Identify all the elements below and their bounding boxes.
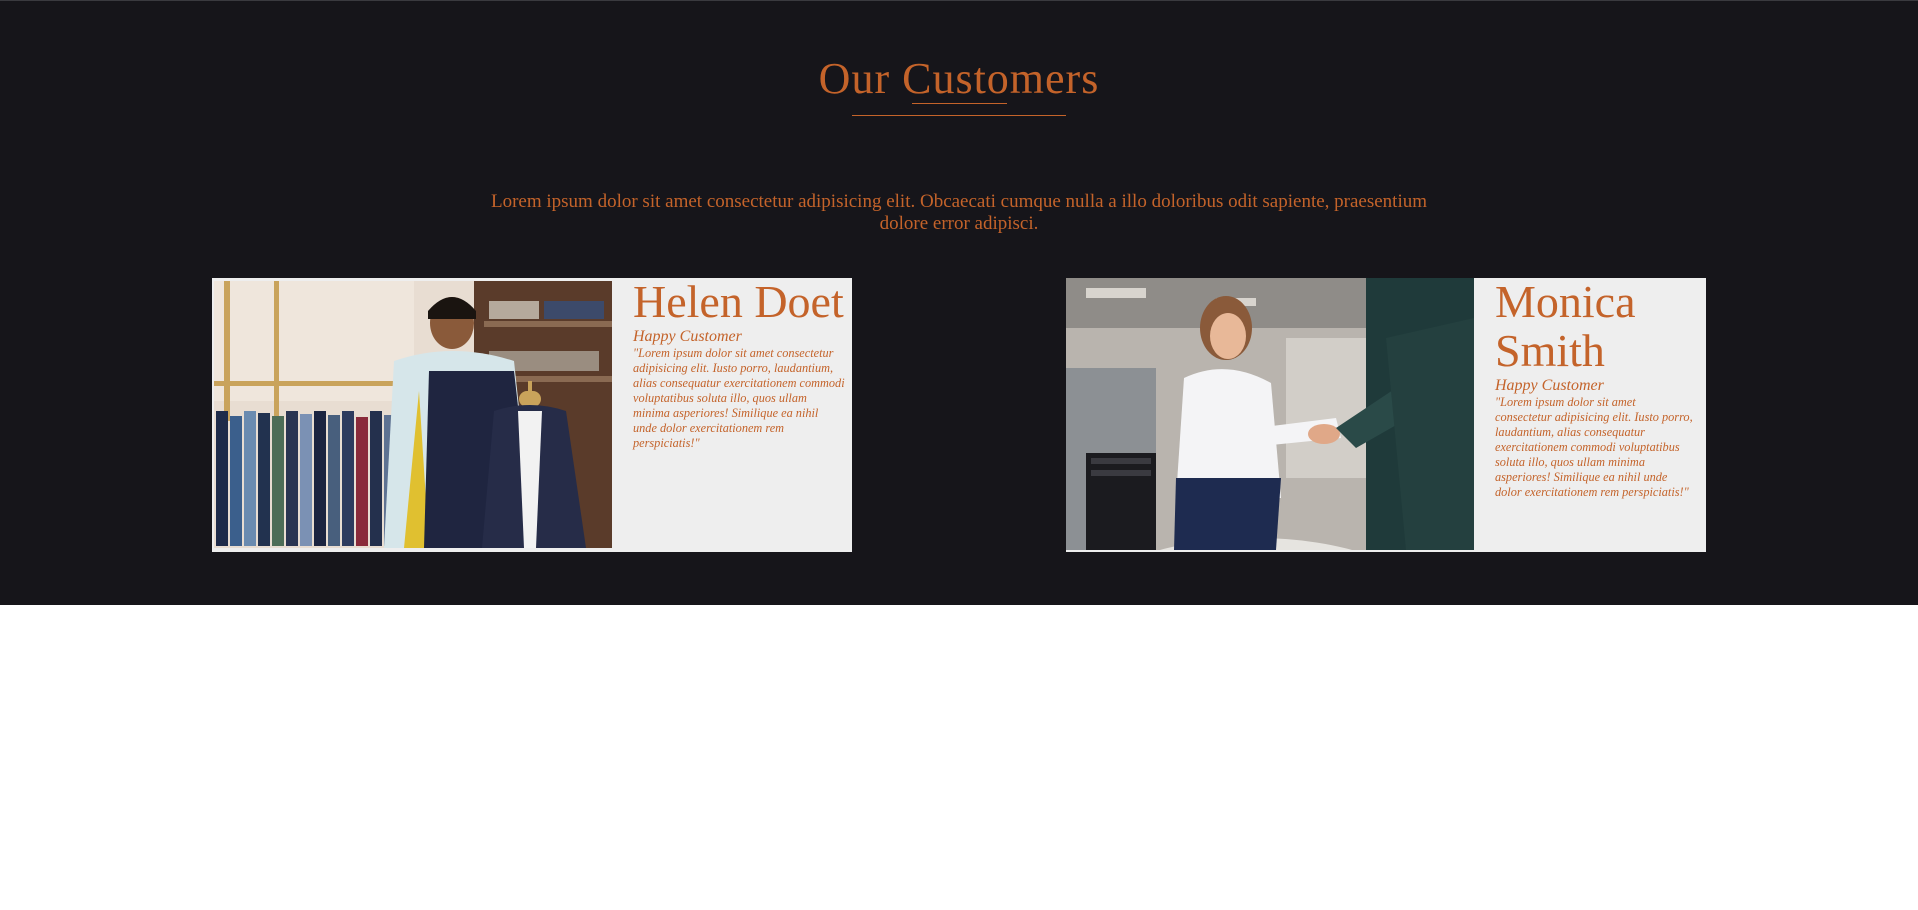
customer-quote: "Lorem ipsum dolor sit amet consectetur … — [1495, 395, 1693, 499]
customer-quote: "Lorem ipsum dolor sit amet consectetur … — [633, 346, 845, 450]
customers-section: Our Customers Lorem ipsum dolor sit amet… — [0, 0, 1918, 605]
tailor-photo — [214, 281, 612, 548]
section-title: Our Customers — [818, 54, 1100, 103]
customer-card: Helen Doet Happy Customer "Lorem ipsum d… — [212, 276, 852, 552]
handshake-photo — [1066, 278, 1474, 550]
customer-name: Monica Smith — [1495, 276, 1636, 376]
customer-info: Monica Smith Happy Customer "Lorem ipsum… — [1495, 276, 1695, 500]
customer-name: Helen Doet — [633, 276, 844, 327]
title-underline-short — [912, 103, 1007, 104]
customer-info: Helen Doet Happy Customer "Lorem ipsum d… — [633, 276, 845, 451]
section-intro: Lorem ipsum dolor sit amet consectetur a… — [490, 191, 1428, 234]
customer-role: Happy Customer — [1495, 377, 1604, 394]
customer-card: Monica Smith Happy Customer "Lorem ipsum… — [1066, 276, 1706, 552]
title-underline-long — [852, 115, 1066, 116]
customer-role: Happy Customer — [633, 328, 742, 345]
